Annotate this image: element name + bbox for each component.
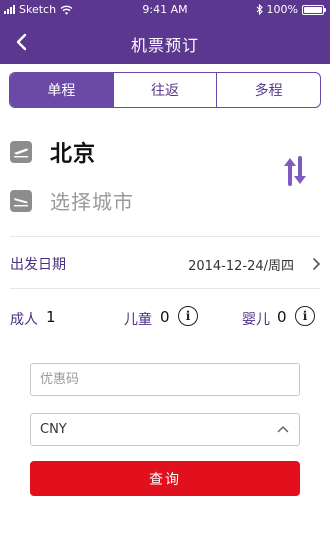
nav-bar: 机票预订 — [0, 20, 330, 64]
divider — [10, 236, 320, 237]
bluetooth-icon — [256, 4, 263, 15]
divider — [10, 288, 320, 289]
app-header: Sketch 9:41 AM 100% 机票预订 — [0, 0, 330, 64]
infant-info-icon[interactable]: i — [295, 306, 315, 326]
tab-round-trip[interactable]: 往返 — [112, 73, 217, 107]
plane-arrival-icon — [10, 189, 32, 212]
to-city-row[interactable]: 选择城市 — [10, 186, 134, 215]
child-info-icon[interactable]: i — [178, 306, 198, 326]
tab-multi-city[interactable]: 多程 — [216, 73, 320, 107]
page-title: 机票预订 — [130, 36, 199, 55]
to-city-placeholder: 选择城市 — [50, 190, 134, 214]
currency-value: CNY — [40, 422, 67, 437]
currency-select[interactable]: CNY — [30, 413, 300, 446]
adult-label: 成人 — [10, 312, 38, 328]
adult-count[interactable]: 1 — [46, 308, 56, 326]
chevron-up-icon — [277, 426, 289, 433]
status-right: 100% — [256, 3, 326, 16]
trip-type-segmented-control: 单程 往返 多程 — [9, 72, 321, 108]
route-section: 北京 选择城市 — [0, 118, 330, 228]
tab-one-way[interactable]: 单程 — [10, 73, 113, 107]
child-label: 儿童 — [124, 312, 152, 328]
child-count[interactable]: 0 — [160, 308, 170, 326]
battery-percent: 100% — [266, 3, 298, 16]
swap-arrows-icon — [284, 156, 306, 186]
passenger-row: 成人 1 儿童 0 i 婴儿 0 i — [0, 300, 330, 336]
promo-code-input[interactable] — [30, 363, 300, 396]
from-city-row[interactable]: 北京 — [10, 136, 96, 168]
plane-departure-icon — [10, 141, 32, 163]
from-city: 北京 — [50, 142, 97, 167]
date-value: 2014-12-24/周四 — [188, 258, 294, 274]
infant-count[interactable]: 0 — [277, 308, 287, 326]
status-bar: Sketch 9:41 AM 100% — [0, 0, 330, 20]
chevron-right-icon — [313, 258, 320, 270]
date-label: 出发日期 — [10, 257, 66, 273]
battery-icon — [302, 4, 326, 15]
swap-cities-button[interactable] — [282, 156, 308, 186]
infant-label: 婴儿 — [242, 312, 270, 328]
search-button[interactable]: 查询 — [30, 461, 300, 496]
departure-date-row[interactable]: 出发日期 2014-12-24/周四 — [0, 244, 330, 284]
